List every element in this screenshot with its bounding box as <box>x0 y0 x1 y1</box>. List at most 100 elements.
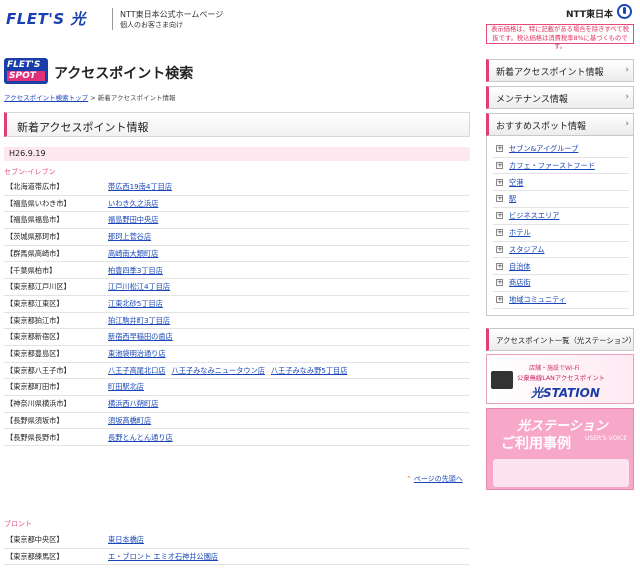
sidebar-maintenance-button[interactable]: メンテナンス情報 › <box>486 86 634 109</box>
spot-item[interactable]: + スタジアム <box>493 242 629 259</box>
spot-item[interactable]: + セブン&アイグループ <box>493 141 629 158</box>
plus-icon[interactable]: + <box>496 145 503 152</box>
sidebar-recommend-label: おすすめスポット情報 <box>496 122 587 132</box>
plus-icon[interactable]: + <box>496 178 503 186</box>
spot-logo-line1: FLET'S <box>7 60 41 70</box>
spot-link[interactable]: ホテル <box>509 228 531 238</box>
table-row: 【長野県須坂市】 須坂高橋町店 <box>4 413 470 430</box>
chain-name: ブロント <box>4 520 32 528</box>
sidebar-new-info-button[interactable]: 新着アクセスポイント情報 › <box>486 59 634 82</box>
table-row: 【東京都狛江市】 狛江駒井町3丁目店 <box>4 313 470 330</box>
spot-item[interactable]: + ビジネスエリア <box>493 208 629 225</box>
page-top-link[interactable]: ⌃ ページの先頭へ <box>406 474 463 484</box>
section-title: 新着アクセスポイント情報 <box>17 121 149 134</box>
spot-item[interactable]: + 自治体 <box>493 259 629 276</box>
section-header: 新着アクセスポイント情報 <box>4 112 470 137</box>
plus-icon[interactable]: + <box>496 161 503 169</box>
sidebar-list-button[interactable]: アクセスポイント一覧（光ステーション） › <box>486 328 636 351</box>
store-links: 東池袋明治通り店 <box>108 349 172 359</box>
breadcrumb-parent-link[interactable]: アクセスポイント検索トップ <box>4 94 88 102</box>
store-links: 那珂上菅谷店 <box>108 232 157 242</box>
store-link[interactable]: 町田駅北店 <box>108 382 144 391</box>
people-illustration <box>493 459 629 487</box>
plus-icon[interactable]: + <box>496 279 503 287</box>
spot-item[interactable]: + 駅 <box>493 191 629 209</box>
spot-link[interactable]: 地域コミュニティ <box>509 295 566 305</box>
spot-link[interactable]: セブン&アイグループ <box>509 144 578 154</box>
banner2-line2: ご利用事例 <box>501 436 571 452</box>
store-link[interactable]: 八王子みなみニュータウン店 <box>172 366 265 375</box>
store-link[interactable]: 東日本橋店 <box>108 535 144 544</box>
store-link[interactable]: 長野とんとん通り店 <box>108 433 173 442</box>
location-label: 【群馬県高崎市】 <box>6 248 64 258</box>
store-link[interactable]: 八王子みなみ野5丁目店 <box>271 366 347 375</box>
store-links: 狛江駒井町3丁目店 <box>108 316 176 326</box>
banner1-line1: 店舗・施設でWi-Fi <box>529 365 580 372</box>
location-label: 【東京都狛江市】 <box>6 315 64 325</box>
page-top-label[interactable]: ページの先頭へ <box>414 475 463 483</box>
plus-icon[interactable]: + <box>496 195 503 203</box>
banner1-line3: 光STATION <box>531 386 600 400</box>
store-link[interactable]: 那珂上菅谷店 <box>108 232 151 241</box>
store-link[interactable]: いわき久之浜店 <box>108 199 158 208</box>
plus-icon[interactable]: + <box>496 229 503 236</box>
store-links: 長野とんとん通り店 <box>108 433 179 443</box>
spot-item[interactable]: + ホテル <box>493 225 629 242</box>
store-links: 東日本橋店 <box>108 535 150 545</box>
plus-icon[interactable]: + <box>496 296 503 304</box>
store-link[interactable]: 東池袋明治通り店 <box>108 349 166 358</box>
location-label: 【東京都江東区】 <box>6 298 64 308</box>
spot-link[interactable]: 空港 <box>509 178 523 188</box>
spot-link[interactable]: スタジアム <box>509 245 544 255</box>
store-links: 江東北砂5丁目店 <box>108 299 169 309</box>
spot-item[interactable]: + カフェ・ファーストフード <box>493 158 629 175</box>
store-link[interactable]: 江東北砂5丁目店 <box>108 299 163 308</box>
sidebar-recommend-button[interactable]: おすすめスポット情報 › <box>486 113 634 136</box>
store-link[interactable]: 新宿西早稲田の歯店 <box>108 332 173 341</box>
store-link[interactable]: 福島野田中央店 <box>108 215 158 224</box>
ntt-logo-icon[interactable] <box>617 4 632 19</box>
store-link[interactable]: 横浜西八朔町店 <box>108 399 158 408</box>
chevron-right-icon: › <box>625 65 629 75</box>
ntt-logo-text[interactable]: NTT東日本 <box>566 7 613 20</box>
chevron-right-icon: › <box>625 334 629 344</box>
store-links: エ・ブロント エミオ石神井公園店 <box>108 552 224 562</box>
table-row: 【千葉県柏市】 柏豊四季3丁目店 <box>4 263 470 280</box>
flets-logo[interactable]: FLET'S 光 <box>6 8 86 29</box>
plus-icon[interactable]: + <box>496 245 503 253</box>
table-row: 【群馬県高崎市】 高崎南大類町店 <box>4 246 470 263</box>
spot-item[interactable]: + 空港 <box>493 175 629 192</box>
spot-link[interactable]: ビジネスエリア <box>509 211 559 221</box>
user-voice-banner[interactable]: 光ステーション ご利用事例 USER'S VOICE <box>486 408 634 490</box>
banner1-line2: 公衆無線LANアクセスポイント <box>517 375 605 382</box>
table-row: 【福島県福島市】 福島野田中央店 <box>4 212 470 230</box>
table-row: 【東京都町田市】 町田駅北店 <box>4 379 470 397</box>
store-link[interactable]: 須坂高橋町店 <box>108 416 151 425</box>
spot-item[interactable]: + 地域コミュニティ <box>493 292 629 309</box>
spot-item[interactable]: + 商店街 <box>493 275 629 293</box>
hikari-station-banner[interactable]: 店舗・施設でWi-Fi 公衆無線LANアクセスポイント 光STATION <box>486 354 634 404</box>
store-link[interactable]: 高崎南大類町店 <box>108 249 158 258</box>
company-line1[interactable]: NTT東日本公式ホームページ <box>120 9 223 20</box>
plus-icon[interactable]: + <box>496 212 503 220</box>
store-link[interactable]: エ・ブロント エミオ石神井公園店 <box>108 552 218 561</box>
spot-link[interactable]: 自治体 <box>509 262 531 272</box>
store-link[interactable]: 江戸川松江4丁目店 <box>108 282 170 291</box>
store-link[interactable]: 柏豊四季3丁目店 <box>108 266 163 275</box>
table-row: 【東京都中央区】 東日本橋店 <box>4 532 470 549</box>
sidebar-list-label: アクセスポイント一覧（光ステーション） <box>496 336 636 345</box>
store-link[interactable]: 帯広西19南4丁目店 <box>108 182 172 191</box>
date-bar: H26.9.19 <box>4 147 470 161</box>
plus-icon[interactable]: + <box>496 262 503 270</box>
spot-link[interactable]: 商店街 <box>509 278 531 288</box>
chain-name: セブン-イレブン <box>4 168 56 176</box>
store-links: 高崎南大類町店 <box>108 249 164 259</box>
spot-link[interactable]: カフェ・ファーストフード <box>509 161 595 171</box>
recommend-spot-list: + セブン&アイグループ + カフェ・ファーストフード + 空港 + 駅 + ビジネスエリア + ホテ… <box>486 136 634 316</box>
store-link[interactable]: 狛江駒井町3丁目店 <box>108 316 170 325</box>
location-label: 【福島県いわき市】 <box>6 198 71 208</box>
location-label: 【福島県福島市】 <box>6 215 64 225</box>
store-link[interactable]: 八王子高尾北口店 <box>108 366 166 375</box>
spot-link[interactable]: 駅 <box>509 194 516 204</box>
spot-logo-line2: SPOT <box>7 71 45 81</box>
